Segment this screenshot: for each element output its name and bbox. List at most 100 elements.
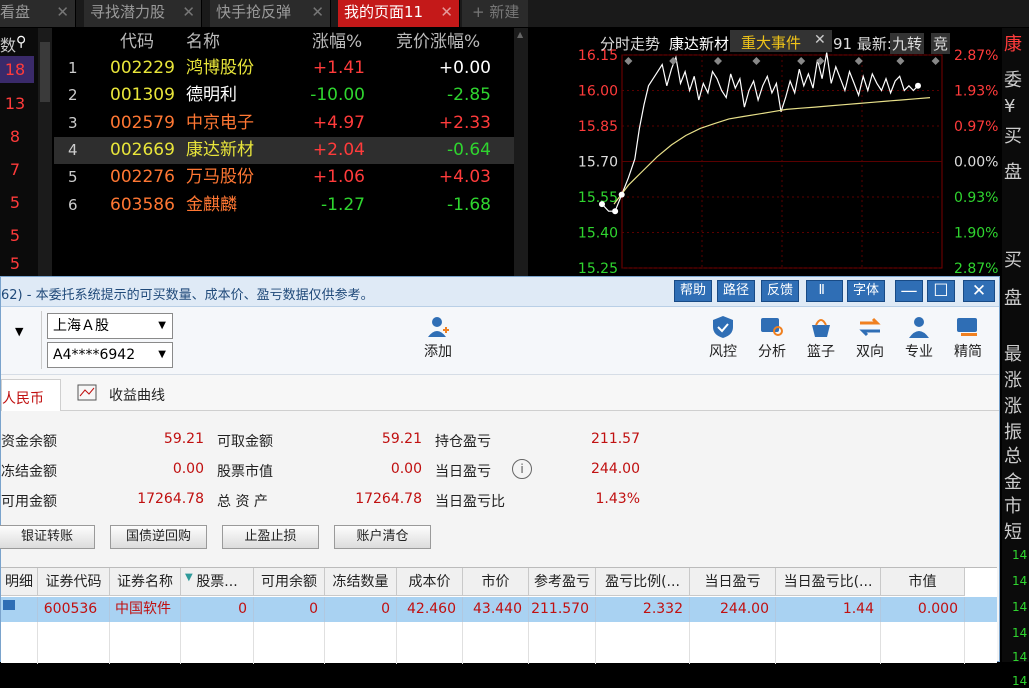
column-header[interactable]: 盈亏比例(... <box>596 568 690 596</box>
header-auction-change[interactable]: 竞价涨幅% <box>396 29 480 56</box>
pin-icon[interactable]: Ⅱ <box>806 280 843 302</box>
left-scroll-thumb[interactable] <box>40 42 50 102</box>
event-marker-icon <box>931 57 940 65</box>
header-code[interactable]: 代码 <box>120 29 154 56</box>
close-icon[interactable]: ✕ <box>440 0 453 25</box>
dialog-notice: 62) - 本委托系统提示的可买数量、成本价、盈亏数据仅供参考。 <box>1 288 374 303</box>
close-icon[interactable]: ✕ <box>182 0 195 25</box>
chevron-down-icon[interactable]: ▼ <box>15 325 23 338</box>
quote-scrollbar[interactable]: ▲ <box>514 28 528 276</box>
bank-transfer-button[interactable]: 银证转账 <box>0 525 95 549</box>
help-button[interactable]: 帮助 <box>674 280 713 302</box>
left-column: 数 ⚲ 18 13 8 7 5 5 5 <box>0 28 52 276</box>
right-strip-label: 委 <box>1004 70 1022 91</box>
right-strip-label: 短 <box>1004 522 1022 543</box>
close-icon[interactable]: ✕ <box>963 280 995 302</box>
row-index: 6 <box>68 195 78 214</box>
risk-control-button[interactable]: 风控 <box>701 315 745 361</box>
pro-button[interactable]: 专业 <box>897 315 941 361</box>
percent-tick-label: 0.00% <box>954 155 998 171</box>
column-header[interactable]: 当日盈亏 <box>690 568 776 596</box>
right-strip-title: 康 <box>1004 34 1022 55</box>
close-icon[interactable]: ✕ <box>814 32 826 48</box>
left-value: 5 <box>9 226 21 245</box>
scroll-up-icon[interactable]: ▲ <box>517 30 523 39</box>
stop-profit-loss-button[interactable]: 止盈止损 <box>222 525 319 549</box>
tab-profit-curve[interactable]: 收益曲线 <box>109 385 165 405</box>
tool-label: 双向 <box>856 344 884 360</box>
position-pl-label: 持仓盈亏 <box>435 434 491 450</box>
row-index: 3 <box>68 113 78 132</box>
day-pl-ratio-value: 1.43% <box>595 491 640 507</box>
positions-table: 明细 证券代码 600536 证券名称 中国软件 股票... 0 可用余额 0 冻结数量 0 成本价 4… <box>1 567 997 664</box>
column-header[interactable]: 参考盈亏 <box>529 568 596 596</box>
intraday-chart[interactable]: 16.15 2.87% 16.00 1.93% 15.85 0.97% 15.70 0.00%… <box>530 28 1000 276</box>
empty-row-cell <box>397 622 463 664</box>
column-header[interactable]: 成本价 <box>397 568 463 596</box>
basket-button[interactable]: 篮子 <box>799 315 843 361</box>
empty-row-cell <box>690 622 776 664</box>
font-button[interactable]: 字体 <box>847 280 886 302</box>
cash-balance-label: 资金余额 <box>1 434 57 450</box>
shield-icon <box>713 316 733 338</box>
auction-change-percent: +4.03 <box>438 167 491 188</box>
minimize-icon[interactable]: — <box>895 280 923 302</box>
price-tick-label: 15.40 <box>578 226 618 242</box>
tab-currency[interactable]: 人民币 <box>1 379 61 411</box>
analysis-button[interactable]: 分析 <box>750 315 794 361</box>
clear-account-button[interactable]: 账户清仓 <box>334 525 431 549</box>
market-select[interactable]: 上海Ａ股 ▼ <box>47 313 173 339</box>
price-point-marker <box>915 82 921 89</box>
empty-row-cell <box>110 622 181 664</box>
tab-currency-label: 人民币 <box>2 391 44 407</box>
day-pl-label: 当日盈亏 <box>435 464 491 480</box>
column-header[interactable]: 明细 <box>1 568 38 596</box>
two-way-button[interactable]: 双向 <box>848 315 892 361</box>
close-icon[interactable]: ✕ <box>56 0 69 25</box>
dialog-title-bar[interactable]: 62) - 本委托系统提示的可买数量、成本价、盈亏数据仅供参考。 帮助 路径 反… <box>1 277 999 307</box>
maximize-icon[interactable]: ☐ <box>927 280 955 302</box>
column-header[interactable]: 冻结数量 <box>325 568 397 596</box>
tag-nine-turn[interactable]: 九转 <box>890 33 925 54</box>
table-cell: 1.44 <box>776 597 881 622</box>
column-header[interactable]: 市价 <box>463 568 529 596</box>
tab-watch[interactable]: 看盘 ✕ <box>0 0 76 27</box>
empty-row-cell <box>254 622 325 664</box>
column-header[interactable]: 市值 <box>881 568 965 596</box>
stock-code: 002579 <box>110 112 175 133</box>
tab-potential[interactable]: 寻找潜力股 ✕ <box>84 0 202 27</box>
info-icon[interactable]: i <box>512 459 532 479</box>
market-value-value: 0.00 <box>390 461 422 477</box>
header-change[interactable]: 涨幅% <box>312 29 362 56</box>
reverse-repo-button[interactable]: 国债逆回购 <box>110 525 207 549</box>
column-header[interactable]: 证券名称 <box>110 568 181 596</box>
path-button[interactable]: 路径 <box>717 280 756 302</box>
feedback-button[interactable]: 反馈 <box>761 280 800 302</box>
tab-rebound[interactable]: 快手抢反弹 ✕ <box>210 0 331 27</box>
user-icon <box>909 317 929 338</box>
auction-change-percent: -2.85 <box>447 85 491 106</box>
column-header[interactable]: 可用余额 <box>254 568 325 596</box>
new-tab-button[interactable]: + 新建 <box>462 0 528 27</box>
filter-icon[interactable]: ▼ <box>185 572 193 583</box>
percent-tick-label: 1.93% <box>954 84 998 100</box>
account-select[interactable]: A4****6942 ▼ <box>47 342 173 368</box>
cash-balance-value: 59.21 <box>163 431 204 447</box>
search-icon[interactable]: ⚲ <box>16 34 26 50</box>
detail-icon[interactable] <box>3 600 15 610</box>
close-icon[interactable]: ✕ <box>311 0 324 25</box>
header-name[interactable]: 名称 <box>186 29 220 56</box>
right-strip-label: 买 <box>1004 126 1022 147</box>
simple-button[interactable]: 精简 <box>946 315 990 361</box>
event-popup[interactable]: 重大事件 ✕ <box>730 30 832 52</box>
tab-label: 看盘 <box>0 3 31 21</box>
swap-icon <box>859 317 881 337</box>
empty-row-cell <box>881 622 965 664</box>
column-header[interactable]: 证券代码 <box>38 568 110 596</box>
empty-row-cell <box>596 622 690 664</box>
column-header[interactable]: 当日盈亏比(... <box>776 568 881 596</box>
tab-my-page[interactable]: 我的页面11 ✕ <box>338 0 460 27</box>
add-button[interactable]: 添加 <box>416 315 460 361</box>
event-marker-icon <box>816 57 825 65</box>
tag-auction[interactable]: 竞 <box>931 33 951 54</box>
